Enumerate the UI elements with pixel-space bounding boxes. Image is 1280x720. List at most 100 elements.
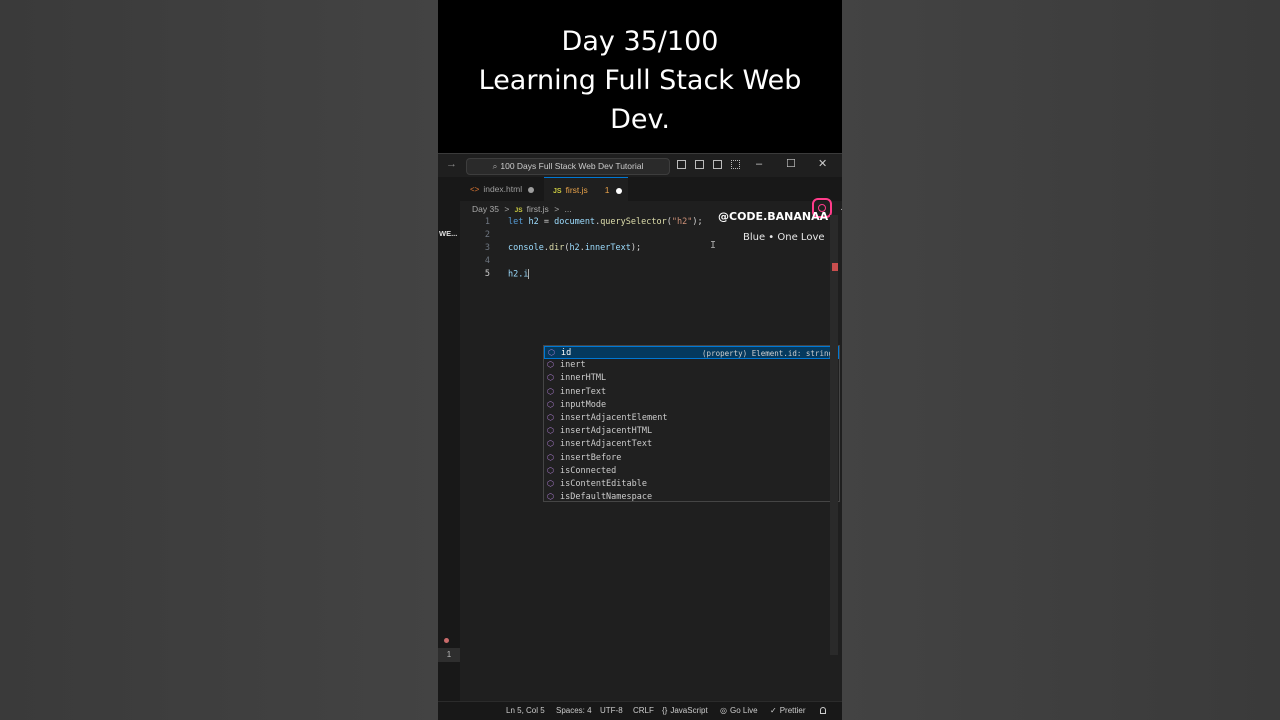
- modified-dot-icon: [528, 186, 535, 193]
- scrollbar-error-marker: [832, 263, 838, 271]
- watermark-handle: @CODE.BANANAA: [718, 210, 829, 223]
- token: querySelector: [600, 217, 667, 227]
- video-caption: Day 35/100 Learning Full Stack Web Dev.: [438, 22, 842, 139]
- broadcast-icon: ◎: [720, 706, 727, 715]
- suggestion-item[interactable]: ⬡ innerHTML: [544, 372, 839, 385]
- code-editor[interactable]: 1 2 3 4 5 let h2 = document.querySelecto…: [460, 215, 840, 695]
- check-double-icon: ✓: [770, 706, 777, 715]
- js-file-icon: JS: [514, 207, 523, 214]
- suggestion-label: insertAdjacentElement: [560, 412, 668, 423]
- autocomplete-suggestions: ⬡ id (property) Element.id: string ⬡ inert …: [543, 345, 840, 502]
- line-number: 2: [484, 230, 490, 240]
- method-icon: ⬡: [547, 492, 554, 502]
- property-icon: ⬡: [547, 386, 554, 396]
- property-icon: ⬡: [547, 373, 554, 383]
- token: dir: [548, 243, 565, 253]
- vertical-scrollbar[interactable]: [830, 215, 838, 655]
- suggestion-item[interactable]: ⬡ insertAdjacentHTML: [544, 425, 839, 438]
- mouse-ibeam-icon: I: [710, 240, 717, 251]
- prettier-label: Prettier: [779, 706, 806, 715]
- bell-icon[interactable]: [820, 707, 826, 714]
- tab-first-js[interactable]: JS first.js 1: [544, 177, 628, 201]
- status-indentation[interactable]: Spaces: 4: [556, 702, 592, 720]
- toggle-panel-icon[interactable]: [695, 160, 704, 169]
- blurred-background-right: [842, 0, 1280, 720]
- suggestion-label: inert: [560, 360, 586, 371]
- property-icon: ⬡: [547, 478, 554, 488]
- braces-icon: {}: [662, 706, 668, 715]
- token: h2: [528, 217, 539, 227]
- suggestion-item[interactable]: ⬡ insertAdjacentElement: [544, 412, 839, 425]
- more-actions-icon[interactable]: ···: [840, 204, 842, 215]
- close-icon[interactable]: ✕: [818, 157, 827, 171]
- status-cursor-position[interactable]: Ln 5, Col 5: [506, 702, 545, 720]
- status-encoding[interactable]: UTF-8: [600, 702, 623, 720]
- token: document: [554, 217, 596, 227]
- property-icon: ⬡: [547, 399, 554, 409]
- language-label: JavaScript: [670, 706, 708, 715]
- suggestion-item[interactable]: ⬡ insertBefore: [544, 452, 839, 465]
- suggestion-item[interactable]: ⬡ insertAdjacentText: [544, 438, 839, 451]
- vscode-window: → ⌕ 100 Days Full Stack Web Dev Tutorial …: [438, 153, 842, 720]
- tab-label: index.html: [483, 184, 523, 194]
- suggestion-item[interactable]: ⬡ id (property) Element.id: string: [544, 346, 839, 360]
- status-go-live[interactable]: ◎ Go Live: [720, 702, 758, 720]
- status-bar: Ln 5, Col 5 Spaces: 4 UTF-8 CRLF {} JavaS…: [438, 701, 842, 720]
- toggle-sidebar-icon[interactable]: [677, 160, 686, 169]
- line-number: 1: [484, 217, 490, 227]
- method-icon: ⬡: [547, 439, 554, 449]
- suggestion-item[interactable]: ⬡ inputMode: [544, 399, 839, 412]
- line-number: 5: [484, 269, 490, 279]
- suggestion-label: insertBefore: [560, 452, 622, 463]
- status-eol[interactable]: CRLF: [633, 702, 654, 720]
- search-text: 100 Days Full Stack Web Dev Tutorial: [500, 161, 644, 171]
- suggestion-item[interactable]: ⬡ inert: [544, 359, 839, 372]
- method-icon: ⬡: [547, 426, 554, 436]
- title-bar: → ⌕ 100 Days Full Stack Web Dev Tutorial …: [438, 153, 842, 178]
- token: innerText: [584, 243, 631, 253]
- suggestion-item[interactable]: ⬡ isConnected: [544, 465, 839, 478]
- caption-line-3: Dev.: [610, 104, 670, 135]
- js-file-icon: JS: [553, 188, 562, 195]
- breadcrumb-folder[interactable]: Day 35: [472, 204, 499, 214]
- breadcrumb-separator: >: [554, 204, 560, 214]
- token: console: [508, 243, 544, 253]
- suggestion-item[interactable]: ⬡ isDefaultNamespace: [544, 491, 839, 504]
- status-language[interactable]: {} JavaScript: [662, 702, 708, 720]
- toggle-secondary-sidebar-icon[interactable]: [713, 160, 722, 169]
- suggestion-label: innerHTML: [560, 373, 607, 384]
- video-frame: Day 35/100 Learning Full Stack Web Dev. …: [438, 0, 842, 720]
- suggestion-label: inputMode: [560, 399, 607, 410]
- caption-line-2: Learning Full Stack Web: [478, 65, 802, 96]
- maximize-icon[interactable]: ☐: [786, 157, 796, 171]
- property-icon: ⬡: [548, 348, 555, 357]
- html-file-icon: <>: [470, 185, 480, 194]
- suggestion-item[interactable]: ⬡ isContentEditable: [544, 478, 839, 491]
- suggestion-label: isConnected: [560, 465, 617, 476]
- property-icon: ⬡: [547, 465, 554, 475]
- token: h2: [569, 243, 580, 253]
- breadcrumb-file[interactable]: first.js: [527, 204, 549, 214]
- modified-dot-icon: [615, 187, 622, 194]
- token: =: [543, 217, 549, 227]
- command-center-search[interactable]: ⌕ 100 Days Full Stack Web Dev Tutorial: [466, 158, 670, 175]
- suggestion-item[interactable]: ⬡ innerText: [544, 386, 839, 399]
- tab-index-html[interactable]: <> index.html: [470, 177, 552, 201]
- activity-bar: WE... 1: [438, 177, 460, 720]
- suggestion-label: isDefaultNamespace: [560, 492, 653, 503]
- problems-badge[interactable]: 1: [438, 648, 460, 662]
- error-indicator-icon: [444, 638, 449, 643]
- arrow-right-icon[interactable]: →: [446, 158, 457, 170]
- explorer-label[interactable]: WE...: [439, 229, 457, 238]
- suggestion-label: insertAdjacentHTML: [560, 426, 653, 437]
- minimize-icon[interactable]: –: [756, 157, 762, 171]
- breadcrumb-more[interactable]: ...: [565, 204, 572, 214]
- code-line: let h2 = document.querySelector("h2");: [508, 217, 703, 227]
- suggestion-label: isContentEditable: [560, 478, 647, 489]
- customize-layout-icon[interactable]: [731, 160, 740, 169]
- tab-label: first.js: [565, 185, 588, 195]
- line-number: 4: [484, 256, 490, 266]
- token: let: [508, 217, 524, 227]
- status-prettier[interactable]: ✓ Prettier: [770, 702, 806, 720]
- problem-count: 1: [604, 185, 610, 195]
